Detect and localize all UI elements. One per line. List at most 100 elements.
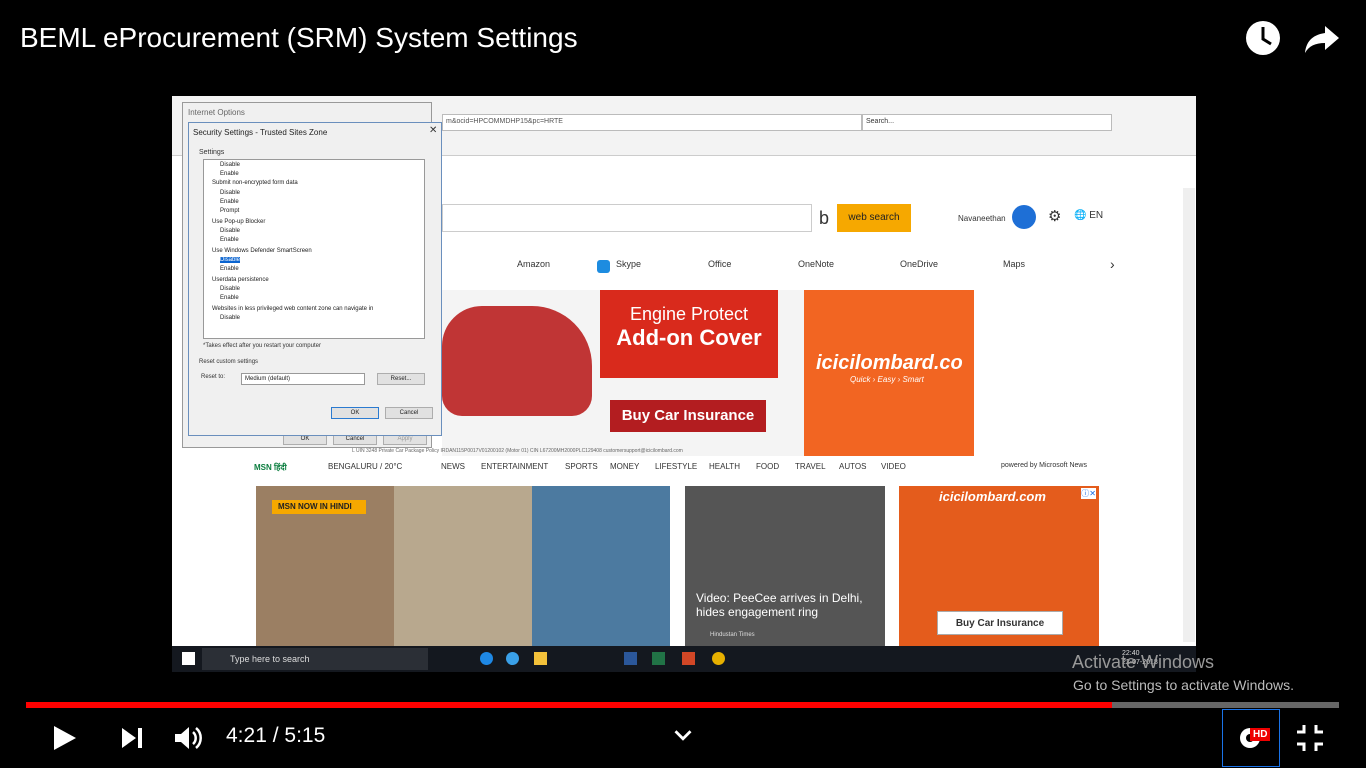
reset-to-label: Reset to: (201, 374, 226, 380)
address-bar[interactable]: m&ocid=HPCOMMDHP15&pc=HRTE (442, 114, 862, 131)
taskbar-search[interactable]: Type here to search (202, 648, 428, 670)
ie-icon[interactable] (506, 652, 519, 665)
duration: 5:15 (284, 724, 326, 747)
settings-label: Settings (199, 149, 225, 156)
opt-9: Use Windows Defender SmartScreen (212, 248, 312, 254)
security-settings-dialog: Security Settings - Trusted Sites Zone ✕… (188, 122, 442, 436)
edge-icon[interactable] (480, 652, 493, 665)
nav-entertainment[interactable]: ENTERTAINMENT (481, 462, 548, 471)
ad-fine-print: L UIN 3248 Private Car Package Policy IR… (352, 448, 683, 454)
current-time: 4:21 (226, 724, 267, 747)
car-image (442, 306, 592, 416)
shortcut-office[interactable]: Office (708, 259, 731, 269)
news-image-dance[interactable] (394, 486, 532, 646)
msn-search-input[interactable] (442, 204, 812, 232)
opt-2: Submit non-encrypted form data (212, 180, 298, 186)
opt-1[interactable]: Enable (220, 171, 239, 177)
activation-watermark: Activate Windows (1072, 652, 1215, 672)
shortcut-onedrive[interactable]: OneDrive (900, 259, 938, 269)
msn-logo[interactable]: MSN हिंदी (254, 462, 287, 473)
skype-icon (597, 260, 610, 273)
opt-3[interactable]: Disable (220, 190, 240, 196)
side-ad-brand: icicilombard.com (939, 489, 1046, 504)
opt-6: Use Pop-up Blocker (212, 219, 266, 225)
news-caption[interactable]: Video: PeeCee arrives in Delhi, hides en… (696, 591, 881, 619)
bing-icon: b (818, 208, 829, 228)
opt-11[interactable]: Enable (220, 266, 239, 272)
share-icon[interactable] (1303, 18, 1343, 58)
shortcut-maps[interactable]: Maps (1003, 259, 1025, 269)
nav-lifestyle[interactable]: LIFESTYLE (655, 462, 697, 471)
close-icon[interactable]: ✕ (429, 125, 437, 136)
browser-search-box[interactable]: Search... (862, 114, 1112, 131)
opt-16[interactable]: Disable (220, 315, 240, 321)
nav-autos[interactable]: AUTOS (839, 462, 866, 471)
language-selector[interactable]: 🌐 EN (1074, 210, 1103, 221)
watch-later-icon[interactable] (1243, 18, 1283, 58)
news-image-actors[interactable] (532, 486, 670, 646)
shortcut-amazon[interactable]: Amazon (517, 259, 550, 269)
weather[interactable]: BENGALURU / 20°C (328, 462, 402, 471)
opt-12: Userdata persistence (212, 277, 269, 283)
reset-group-label: Reset custom settings (199, 359, 259, 365)
msn-hindi-badge: MSN NOW IN HINDI (272, 500, 366, 514)
video-frame[interactable]: m&ocid=HPCOMMDHP15&pc=HRTE Search... b w… (172, 96, 1196, 672)
folder-icon[interactable] (534, 652, 547, 665)
side-ad-button[interactable]: Buy Car Insurance (937, 611, 1063, 635)
reset-level-select[interactable]: Medium (default) (241, 373, 365, 385)
news-image-peecee[interactable] (685, 486, 885, 646)
nav-video[interactable]: VIDEO (881, 462, 906, 471)
ad-brand: icicilombard.co (816, 352, 963, 374)
ad-brand-panel: icicilombard.co Quick › Easy › Smart (804, 290, 974, 456)
activation-hint: Go to Settings to activate Windows. (1073, 677, 1294, 693)
progress-played (26, 702, 1112, 708)
ad-tagline: Quick › Easy › Smart (850, 375, 924, 384)
chrome-icon[interactable] (712, 652, 725, 665)
ad-close-icon[interactable]: ⓘ✕ (1081, 488, 1096, 499)
nav-sports[interactable]: SPORTS (565, 462, 598, 471)
opt-7[interactable]: Disable (220, 228, 240, 234)
ok-button[interactable]: OK (331, 407, 379, 419)
reset-button[interactable]: Reset... (377, 373, 425, 385)
progress-bar[interactable] (26, 702, 1339, 708)
volume-icon[interactable] (172, 722, 204, 754)
nav-news[interactable]: NEWS (441, 462, 465, 471)
nav-money[interactable]: MONEY (610, 462, 639, 471)
time-display: 4:21 / 5:15 (226, 724, 325, 748)
avatar[interactable] (1012, 205, 1036, 229)
opt-10[interactable]: Disable (220, 257, 241, 263)
excel-icon[interactable] (652, 652, 665, 665)
play-icon[interactable] (48, 722, 80, 754)
opt-0[interactable]: Disable (220, 162, 240, 168)
nav-food[interactable]: FOOD (756, 462, 779, 471)
exit-fullscreen-icon[interactable] (1294, 722, 1326, 754)
user-name[interactable]: Navaneethan (958, 214, 1006, 223)
powered-by: powered by Microsoft News (1001, 462, 1087, 469)
gear-icon[interactable]: ⚙ (1048, 207, 1061, 225)
opt-4[interactable]: Enable (220, 199, 239, 205)
page-scrollbar[interactable] (1183, 188, 1195, 642)
web-search-button[interactable]: web search (837, 204, 911, 232)
word-icon[interactable] (624, 652, 637, 665)
cancel-button[interactable]: Cancel (385, 407, 433, 419)
chevron-down-icon[interactable] (668, 720, 698, 750)
settings-list[interactable]: Disable Enable Submit non-encrypted form… (203, 159, 425, 339)
powerpoint-icon[interactable] (682, 652, 695, 665)
ad-line-2: Add-on Cover (616, 325, 762, 350)
start-icon[interactable] (182, 652, 195, 665)
news-source: Hindustan Times (710, 632, 755, 638)
opt-8[interactable]: Enable (220, 237, 239, 243)
opt-5[interactable]: Prompt (220, 208, 239, 214)
nav-health[interactable]: HEALTH (709, 462, 740, 471)
opt-13[interactable]: Disable (220, 286, 240, 292)
internet-options-title: Internet Options (188, 108, 245, 117)
opt-14[interactable]: Enable (220, 295, 239, 301)
next-icon[interactable] (116, 722, 148, 754)
nav-travel[interactable]: TRAVEL (795, 462, 826, 471)
chevron-right-icon[interactable]: › (1110, 256, 1115, 272)
shortcut-onenote[interactable]: OneNote (798, 259, 834, 269)
shortcut-skype[interactable]: Skype (616, 259, 641, 269)
buy-insurance-button[interactable]: Buy Car Insurance (610, 400, 766, 432)
hd-badge: HD (1250, 728, 1271, 741)
opt-15: Websites in less privileged web content … (212, 306, 374, 312)
